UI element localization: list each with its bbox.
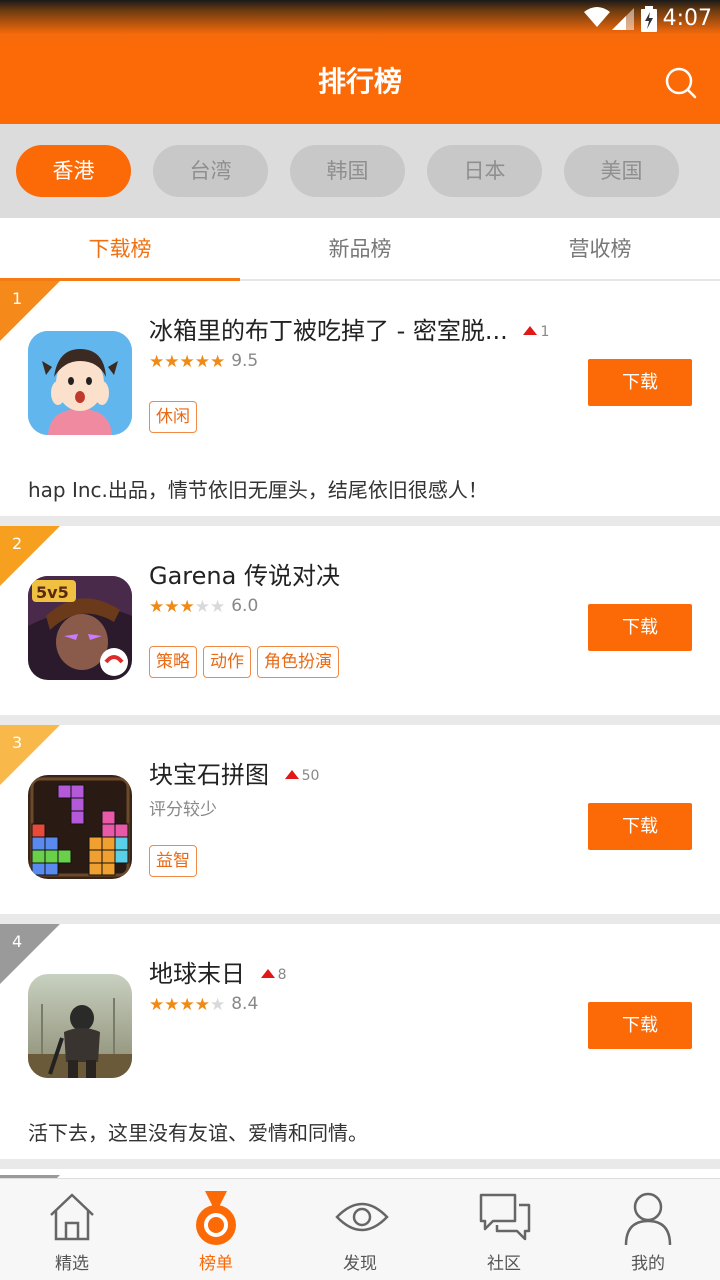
app-name-text: 地球末日: [149, 960, 245, 988]
download-button[interactable]: 下载: [588, 1002, 692, 1049]
app-card[interactable]: 2 5v5 Garena 传说对决 ★★★★★ 6.0 策略 动作 角色扮演 下载: [0, 526, 720, 715]
rank-trend: 50: [284, 768, 320, 784]
app-card-partial: [0, 1169, 720, 1178]
download-button[interactable]: 下载: [588, 604, 692, 651]
nav-label: 社区: [487, 1254, 521, 1274]
app-name-text: Garena 传说对决: [149, 562, 340, 590]
app-name-text: 块宝石拼图: [149, 761, 269, 789]
rating-score: 6.0: [231, 596, 259, 616]
page-title: 排行榜: [317, 65, 402, 98]
nav-profile[interactable]: 我的: [576, 1179, 720, 1280]
app-rating: ★★★★★ 6.0: [149, 596, 258, 617]
trend-up-icon: [260, 969, 275, 978]
trend-value: 1: [540, 324, 550, 340]
region-selector: 香港 台湾 韩国 日本 美国: [0, 124, 720, 218]
rank-number: 4: [12, 932, 23, 951]
star-rating-icon: ★★★★★: [149, 597, 226, 617]
app-icon[interactable]: [28, 331, 132, 435]
status-time: 4:07: [662, 6, 712, 31]
nav-rankings[interactable]: 榜单: [144, 1179, 288, 1280]
tab-revenue[interactable]: 营收榜: [480, 218, 720, 281]
eye-icon: [335, 1202, 389, 1232]
trend-up-icon: [284, 770, 299, 779]
nav-label: 我的: [631, 1254, 665, 1274]
nav-label: 精选: [55, 1254, 89, 1274]
nav-discover[interactable]: 发现: [288, 1179, 432, 1280]
wifi-icon: [584, 7, 610, 27]
app-header: 4:07 排行榜: [0, 0, 720, 124]
bottom-navigation: 精选 榜单 发现 社区 我的: [0, 1178, 720, 1280]
star-rating-icon: ★★★★★: [149, 995, 226, 1015]
app-icon[interactable]: 5v5: [28, 576, 132, 680]
signal-icon: [612, 8, 634, 30]
rating-score: 8.4: [231, 994, 259, 1014]
rank-number: 3: [12, 733, 23, 752]
trend-value: 50: [301, 768, 320, 784]
app-tags: 策略 动作 角色扮演: [149, 646, 345, 678]
app-description: hap Inc.出品，情节依旧无厘头，结尾依旧很感人！: [28, 478, 488, 502]
app-description: 活下去，这里没有友谊、爱情和同情。: [28, 1121, 368, 1145]
app-name[interactable]: 块宝石拼图 50: [149, 755, 319, 790]
app-tag[interactable]: 角色扮演: [257, 646, 339, 678]
app-tag[interactable]: 休闲: [149, 401, 197, 433]
app-rating: 评分较少: [149, 795, 217, 820]
app-name[interactable]: 冰箱里的布丁被吃掉了 - 密室脱... 1: [149, 311, 549, 346]
region-hongkong[interactable]: 香港: [16, 145, 131, 197]
battery-icon: [641, 6, 657, 32]
rank-number: 2: [12, 534, 23, 553]
tab-new[interactable]: 新品榜: [240, 218, 480, 281]
star-rating-icon: ★★★★★: [149, 352, 226, 372]
app-rating: ★★★★★ 9.5: [149, 351, 258, 372]
user-icon: [624, 1192, 672, 1245]
rank-number: 1: [12, 289, 23, 308]
region-taiwan[interactable]: 台湾: [153, 145, 268, 197]
chart-tabs: 下载榜 新品榜 营收榜: [0, 218, 720, 281]
home-icon: [50, 1193, 94, 1241]
download-button[interactable]: 下载: [588, 359, 692, 406]
chat-icon: [479, 1193, 531, 1241]
status-bar: 4:07: [0, 0, 720, 40]
app-tag[interactable]: 策略: [149, 646, 197, 678]
nav-label: 发现: [343, 1254, 377, 1274]
app-tag[interactable]: 动作: [203, 646, 251, 678]
rank-trend: 8: [260, 967, 287, 983]
rating-text: 评分较少: [149, 800, 217, 820]
region-japan[interactable]: 日本: [427, 145, 542, 197]
app-icon[interactable]: [28, 775, 132, 879]
app-card[interactable]: 3 块宝石拼图 50 评分较少 益智 下载: [0, 725, 720, 914]
app-tags: 益智: [149, 845, 203, 877]
medal-icon: [196, 1191, 236, 1245]
region-korea[interactable]: 韩国: [290, 145, 405, 197]
app-name-text: 冰箱里的布丁被吃掉了 - 密室脱...: [149, 317, 508, 345]
nav-community[interactable]: 社区: [432, 1179, 576, 1280]
search-icon[interactable]: [664, 66, 698, 100]
trend-value: 8: [277, 967, 287, 983]
app-tags: 休闲: [149, 401, 203, 433]
tab-downloads[interactable]: 下载榜: [0, 218, 240, 281]
app-icon[interactable]: [28, 974, 132, 1078]
nav-label: 榜单: [199, 1254, 233, 1274]
rank-trend: 1: [523, 324, 549, 340]
app-card[interactable]: 4 地球末日 8 ★★★★★ 8.4 下载 活下去，这里没有友谊、爱情和同情。: [0, 924, 720, 1159]
app-card[interactable]: 1 冰箱里的布丁被吃掉了 - 密室脱... 1 ★★★★★ 9.5 休闲 下载 h…: [0, 281, 720, 516]
app-tag[interactable]: 益智: [149, 845, 197, 877]
nav-featured[interactable]: 精选: [0, 1179, 144, 1280]
region-usa[interactable]: 美国: [564, 145, 679, 197]
rating-score: 9.5: [231, 351, 259, 371]
app-rating: ★★★★★ 8.4: [149, 994, 258, 1015]
svg-text:5v5: 5v5: [36, 583, 69, 602]
download-button[interactable]: 下载: [588, 803, 692, 850]
trend-up-icon: [523, 326, 538, 335]
app-name[interactable]: Garena 传说对决: [149, 556, 340, 591]
app-name[interactable]: 地球末日 8: [149, 954, 287, 989]
